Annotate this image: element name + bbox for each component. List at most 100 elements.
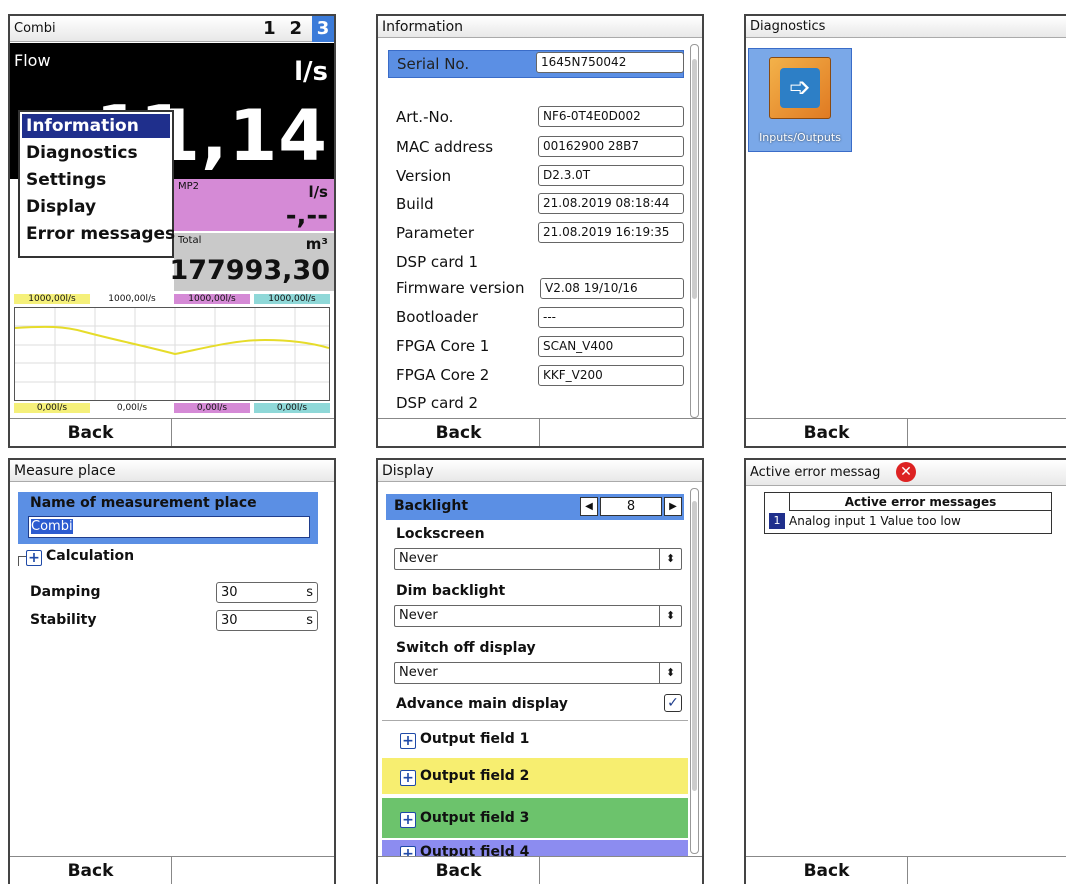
info-value: NF6-0T4E0D002 <box>538 106 684 127</box>
scale-label: 0,00l/s <box>116 403 148 413</box>
output-field-label: Output field 1 <box>420 731 530 747</box>
stability-input[interactable]: 30 s <box>216 610 318 631</box>
output-field-label: Output field 3 <box>420 810 530 826</box>
menu-item-settings[interactable]: Settings <box>22 168 106 192</box>
info-value: V2.08 19/10/16 <box>540 278 684 299</box>
panel-title: Active error messag ✕ <box>746 460 1066 486</box>
name-of-measurement-place-group[interactable]: Name of measurement place Combi <box>18 492 318 544</box>
inputs-outputs-tile[interactable]: ➩ Inputs/Outputs <box>748 48 852 152</box>
scrollbar-thumb[interactable] <box>692 501 697 791</box>
info-value: 21.08.2019 08:18:44 <box>538 193 684 214</box>
stability-unit: s <box>306 613 313 628</box>
info-value: KKF_V200 <box>538 365 684 386</box>
backlight-label: Backlight <box>394 498 469 514</box>
output-field-4[interactable]: + Output field 4 <box>382 840 688 856</box>
output-field-label: Output field 2 <box>420 768 530 784</box>
backlight-row[interactable]: Backlight ◀ 8 ▶ <box>386 494 684 520</box>
scale-label: 0,00l/s <box>14 403 90 413</box>
back-button[interactable]: Back <box>378 856 540 884</box>
advance-main-display-label: Advance main display <box>396 696 568 712</box>
lockscreen-select[interactable]: Never ⬍ <box>394 548 682 570</box>
expand-plus-icon[interactable]: + <box>400 770 416 786</box>
stability-value: 30 <box>221 613 238 628</box>
total-unit: m³ <box>305 235 328 253</box>
trend-chart-svg <box>14 308 330 400</box>
backlight-decrease-button[interactable]: ◀ <box>580 497 598 516</box>
panel-title: Measure place <box>10 460 334 482</box>
softkey-right[interactable] <box>172 418 334 446</box>
softkey-right[interactable] <box>172 856 334 884</box>
switch-off-display-value: Never <box>399 665 438 680</box>
trend-chart <box>14 307 330 401</box>
main-menu-popup: Information Diagnostics Settings Display… <box>18 110 175 258</box>
panel-title: Combi 1 2 3 <box>10 16 334 42</box>
serial-label: Serial No. <box>397 55 470 73</box>
expand-plus-icon[interactable]: + <box>400 846 416 856</box>
advance-main-display-checkbox[interactable]: ✓ <box>664 694 682 712</box>
back-button[interactable]: Back <box>378 418 540 446</box>
back-button[interactable]: Back <box>10 856 172 884</box>
dropdown-arrows-icon: ⬍ <box>659 606 681 626</box>
back-button[interactable]: Back <box>10 418 172 446</box>
softkey-right[interactable] <box>540 856 702 884</box>
error-index: 1 <box>769 513 785 529</box>
flow-label: Flow <box>14 51 51 70</box>
scale-label: 0,00l/s <box>254 403 330 413</box>
page-3-button[interactable]: 3 <box>312 16 334 42</box>
serial-value: 1645N750042 <box>536 52 684 73</box>
output-field-3[interactable]: + Output field 3 <box>382 798 688 838</box>
total-display: Total m³ 177993,30 <box>169 233 334 291</box>
name-value: Combi <box>31 519 73 534</box>
backlight-value: 8 <box>600 497 662 516</box>
chart-top-scale: 1000,00l/s 1000,00l/s 1000,00l/s 1000,00… <box>14 294 330 306</box>
damping-unit: s <box>306 585 313 600</box>
info-label: FPGA Core 1 <box>396 337 490 355</box>
dropdown-arrows-icon: ⬍ <box>659 663 681 683</box>
menu-item-display[interactable]: Display <box>22 195 96 219</box>
scrollbar[interactable] <box>690 44 699 418</box>
back-button[interactable]: Back <box>746 856 908 884</box>
expand-plus-icon[interactable]: + <box>400 812 416 828</box>
error-table: Active error messages 1 Analog input 1 V… <box>764 492 1052 534</box>
scale-label: 1000,00l/s <box>174 294 250 304</box>
softkey-right[interactable] <box>540 418 702 446</box>
damping-input[interactable]: 30 s <box>216 582 318 603</box>
switch-off-display-select[interactable]: Never ⬍ <box>394 662 682 684</box>
info-label: Parameter <box>396 224 475 242</box>
name-of-measurement-place-input[interactable]: Combi <box>28 516 310 538</box>
flow-value: 1,14 <box>151 95 328 177</box>
scrollbar[interactable] <box>690 488 699 854</box>
back-button[interactable]: Back <box>746 418 908 446</box>
calculation-group[interactable]: + Calculation <box>18 548 134 566</box>
menu-item-information[interactable]: Information <box>22 114 170 138</box>
scrollbar-thumb[interactable] <box>692 59 697 299</box>
info-label: Firmware version <box>396 279 525 297</box>
diagnostics-panel: Diagnostics ➩ Inputs/Outputs Back <box>744 14 1066 448</box>
softkey-right[interactable] <box>908 418 1066 446</box>
menu-item-diagnostics[interactable]: Diagnostics <box>22 141 138 165</box>
page-1-button[interactable]: 1 <box>259 16 279 42</box>
panel-title: Diagnostics <box>746 16 1066 38</box>
info-value: D2.3.0T <box>538 165 684 186</box>
main-display-panel: Combi 1 2 3 Flow l/s 11 1,14 MP2 l/s -,-… <box>8 14 336 448</box>
measure-place-panel: Measure place Name of measurement place … <box>8 458 336 884</box>
information-panel: Information Serial No. 1645N750042 Art.-… <box>376 14 704 448</box>
page-indicator: 1 2 3 <box>259 16 334 42</box>
backlight-increase-button[interactable]: ▶ <box>664 497 682 516</box>
info-value: 00162900 28B7 <box>538 136 684 157</box>
softkey-right[interactable] <box>908 856 1066 884</box>
dropdown-arrows-icon: ⬍ <box>659 549 681 569</box>
inputs-outputs-icon: ➩ <box>769 57 831 119</box>
lockscreen-value: Never <box>399 551 438 566</box>
chart-bottom-scale: 0,00l/s 0,00l/s 0,00l/s 0,00l/s <box>14 403 330 415</box>
dim-backlight-select[interactable]: Never ⬍ <box>394 605 682 627</box>
damping-value: 30 <box>221 585 238 600</box>
error-row[interactable]: 1 Analog input 1 Value too low <box>765 512 1051 532</box>
output-field-1[interactable]: + Output field 1 <box>382 720 688 756</box>
page-2-button[interactable]: 2 <box>286 16 306 42</box>
panel-title-text: Active error messag <box>750 465 881 480</box>
expand-plus-icon[interactable]: + <box>400 733 416 749</box>
expand-plus-icon[interactable]: + <box>26 550 42 566</box>
menu-item-error-messages[interactable]: Error messages <box>22 222 175 246</box>
output-field-2[interactable]: + Output field 2 <box>382 758 688 794</box>
